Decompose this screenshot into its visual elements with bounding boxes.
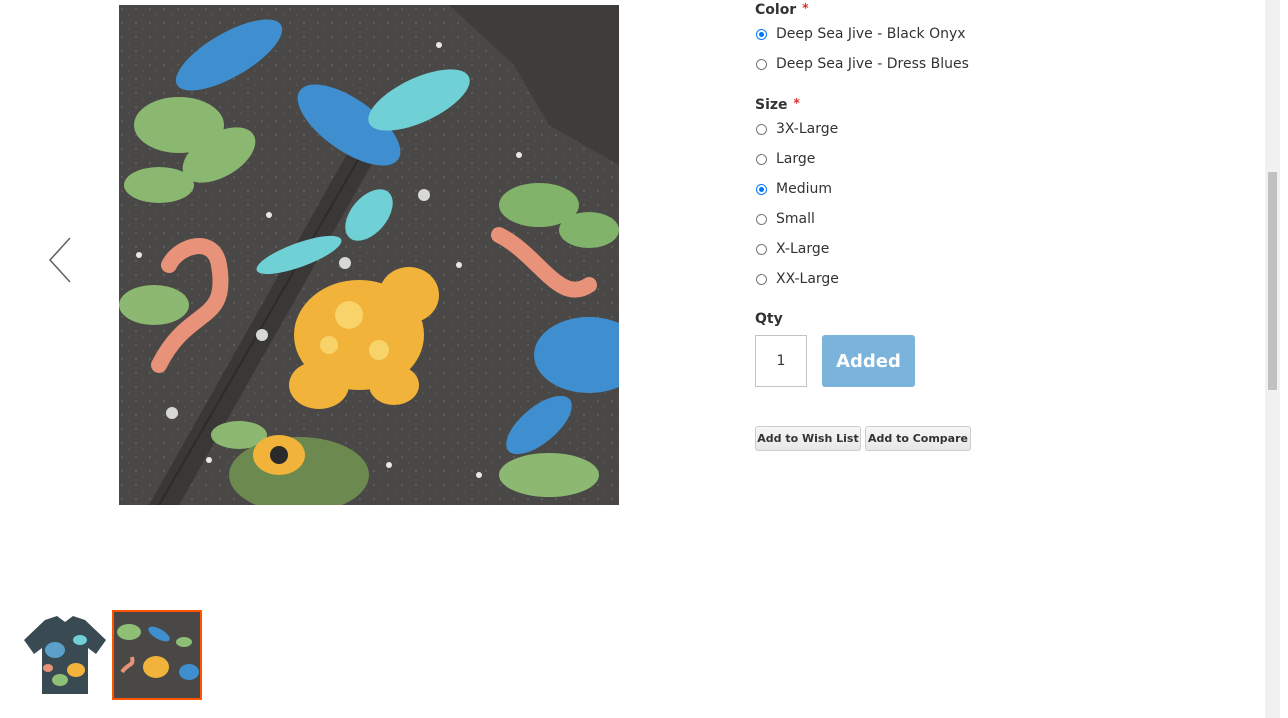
- radio-button[interactable]: [756, 28, 767, 40]
- product-gallery: [0, 0, 720, 718]
- option-label: Large: [776, 151, 816, 167]
- radio-button[interactable]: [756, 183, 767, 195]
- size-option-large[interactable]: Large: [755, 149, 815, 169]
- required-mark: *: [793, 96, 800, 110]
- qty-input[interactable]: 1: [755, 335, 807, 387]
- qty-label: Qty: [755, 311, 783, 327]
- required-mark: *: [802, 1, 809, 15]
- size-option-xx-large[interactable]: XX-Large: [755, 269, 839, 289]
- size-label: Size *: [755, 96, 800, 113]
- radio-button[interactable]: [756, 123, 767, 135]
- radio-button[interactable]: [756, 273, 767, 285]
- gallery-prev-button[interactable]: [40, 230, 80, 290]
- radio-button[interactable]: [756, 213, 767, 225]
- size-option-3x-large[interactable]: 3X-Large: [755, 119, 838, 139]
- main-product-image[interactable]: [119, 5, 619, 505]
- color-label: Color *: [755, 1, 809, 18]
- option-label: Small: [776, 211, 815, 227]
- add-to-wishlist-button[interactable]: Add to Wish List: [755, 426, 861, 451]
- size-option-small[interactable]: Small: [755, 209, 815, 229]
- chevron-left-icon: [48, 237, 71, 283]
- radio-button[interactable]: [756, 243, 767, 255]
- thumbnail-shirt-full[interactable]: [20, 610, 110, 700]
- option-label: XX-Large: [776, 271, 839, 287]
- size-option-medium[interactable]: Medium: [755, 179, 832, 199]
- radio-button[interactable]: [756, 153, 767, 165]
- add-to-compare-button[interactable]: Add to Compare: [865, 426, 971, 451]
- option-label: X-Large: [776, 241, 830, 257]
- radio-button[interactable]: [756, 58, 767, 70]
- size-option-x-large[interactable]: X-Large: [755, 239, 829, 259]
- color-option-dress-blues[interactable]: Deep Sea Jive - Dress Blues: [755, 54, 969, 74]
- add-to-cart-button[interactable]: Added: [822, 335, 915, 387]
- page-scrollbar[interactable]: [1265, 0, 1280, 718]
- option-label: Deep Sea Jive - Dress Blues: [776, 56, 969, 72]
- option-label: Deep Sea Jive - Black Onyx: [776, 26, 966, 42]
- thumbnail-shirt-closeup[interactable]: [112, 610, 202, 700]
- option-label: Medium: [776, 181, 832, 197]
- color-option-black-onyx[interactable]: Deep Sea Jive - Black Onyx: [755, 24, 966, 44]
- scrollbar-thumb[interactable]: [1268, 172, 1277, 390]
- option-label: 3X-Large: [776, 121, 839, 137]
